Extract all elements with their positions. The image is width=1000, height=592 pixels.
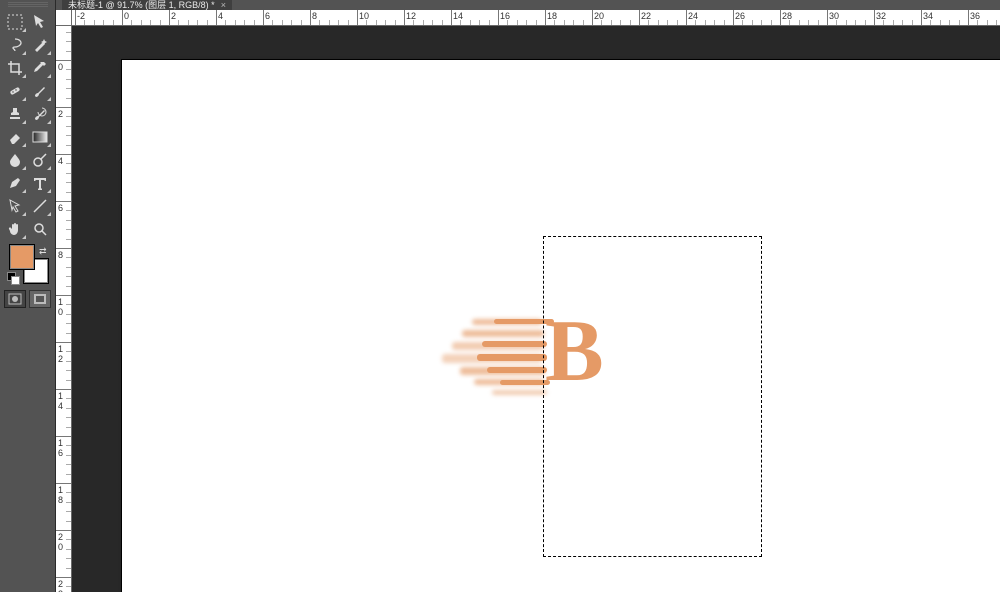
zoom-icon xyxy=(31,220,49,238)
color-swatches: ⇄ xyxy=(5,244,51,284)
hand-tool[interactable] xyxy=(3,218,27,240)
close-icon[interactable]: × xyxy=(221,0,226,10)
move-icon xyxy=(31,13,49,31)
screen-mode-row xyxy=(4,290,51,308)
blur-tool[interactable] xyxy=(3,149,27,171)
screen-mode-icon xyxy=(33,293,47,305)
document-tab-bar: 未标题-1 @ 91.7% (图层 1, RGB/8) * × xyxy=(56,0,1000,10)
path-select-tool[interactable] xyxy=(3,195,27,217)
quickmask-icon xyxy=(8,293,22,305)
screen-mode-toggle[interactable] xyxy=(29,290,51,308)
line-tool[interactable] xyxy=(28,195,52,217)
gradient-tool[interactable] xyxy=(28,126,52,148)
tool-grid xyxy=(3,11,52,240)
wand-tool[interactable] xyxy=(28,34,52,56)
workspace: -20246810121416182022242628303234363840 … xyxy=(56,10,1000,592)
marquee-tool[interactable] xyxy=(3,11,27,33)
artwork-letter: B xyxy=(545,308,604,396)
healing-tool[interactable] xyxy=(3,80,27,102)
history-brush-tool[interactable] xyxy=(28,103,52,125)
palette-grip[interactable] xyxy=(8,2,48,8)
document-canvas[interactable]: B xyxy=(122,60,1000,592)
move-tool[interactable] xyxy=(28,11,52,33)
ruler-corner[interactable] xyxy=(56,10,72,26)
canvas-area: B xyxy=(72,26,1000,592)
document-tab-title: 未标题-1 @ 91.7% (图层 1, RGB/8) * xyxy=(68,0,215,10)
type-tool[interactable] xyxy=(28,172,52,194)
horizontal-ruler[interactable]: -20246810121416182022242628303234363840 xyxy=(72,10,1000,26)
swap-colors-icon[interactable]: ⇄ xyxy=(39,246,47,257)
eyedropper-tool[interactable] xyxy=(28,57,52,79)
crop-tool[interactable] xyxy=(3,57,27,79)
eraser-tool[interactable] xyxy=(3,126,27,148)
vertical-ruler[interactable]: 024681012141618202224 xyxy=(56,26,72,592)
brush-tool[interactable] xyxy=(28,80,52,102)
quickmask-toggle[interactable] xyxy=(4,290,26,308)
pen-tool[interactable] xyxy=(3,172,27,194)
lasso-tool[interactable] xyxy=(3,34,27,56)
zoom-tool[interactable] xyxy=(28,218,52,240)
foreground-color-swatch[interactable] xyxy=(9,244,35,270)
default-colors-icon[interactable] xyxy=(7,272,19,284)
stamp-tool[interactable] xyxy=(3,103,27,125)
document-tab[interactable]: 未标题-1 @ 91.7% (图层 1, RGB/8) * × xyxy=(62,0,232,10)
dodge-tool[interactable] xyxy=(28,149,52,171)
tool-palette: ⇄ xyxy=(0,0,56,592)
